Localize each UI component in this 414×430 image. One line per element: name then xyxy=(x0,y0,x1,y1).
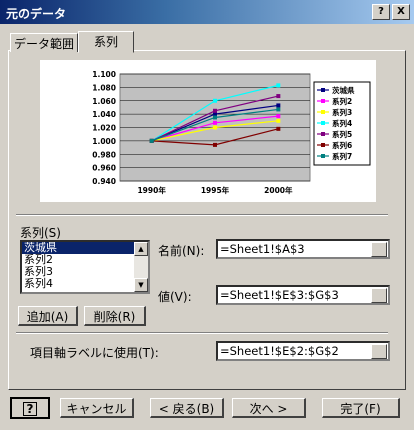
data-point xyxy=(213,120,217,125)
legend-marker xyxy=(321,143,325,147)
legend-marker xyxy=(321,110,325,114)
values-field[interactable]: =Sheet1!$E$3:$G$3 xyxy=(216,285,390,305)
series-scrollbar[interactable]: ▲ ▼ xyxy=(134,242,148,292)
legend-label: 系列2 xyxy=(332,96,352,106)
y-tick-label: 1.020 xyxy=(92,124,116,133)
legend-marker xyxy=(321,154,325,158)
delete-series-button[interactable]: 削除(R) xyxy=(84,306,146,326)
data-point xyxy=(213,108,217,113)
close-button[interactable]: X xyxy=(392,4,410,20)
data-point xyxy=(149,138,154,143)
data-point xyxy=(213,142,217,147)
category-value: =Sheet1!$E$2:$G$2 xyxy=(220,344,339,358)
chart-preview: 1.100 1.080 1.060 1.040 1.020 1.000 0.980 0.960… xyxy=(40,60,376,202)
series-listbox[interactable]: 茨城県 系列2 系列3 系列4 ▲ ▼ xyxy=(20,240,150,294)
legend-label: 茨城県 xyxy=(332,85,355,95)
data-point xyxy=(213,115,217,120)
scroll-down-icon[interactable]: ▼ xyxy=(134,278,148,292)
legend-marker xyxy=(321,88,325,92)
y-tick-label: 0.960 xyxy=(92,164,116,173)
legend-marker xyxy=(321,121,325,125)
category-label: 項目軸ラベルに使用(T): xyxy=(30,346,159,360)
legend-label: 系列7 xyxy=(332,151,352,161)
y-tick-label: 1.000 xyxy=(92,137,116,146)
window-title: 元のデータ xyxy=(6,7,67,21)
name-value: =Sheet1!$A$3 xyxy=(220,242,305,256)
data-point xyxy=(276,114,281,119)
y-tick-label: 0.940 xyxy=(92,177,116,186)
data-point xyxy=(276,103,281,108)
legend-marker xyxy=(321,132,325,136)
category-field[interactable]: =Sheet1!$E$2:$G$2 xyxy=(216,341,390,361)
data-point xyxy=(276,118,281,123)
next-button[interactable]: 次へ > xyxy=(232,398,306,418)
help-icon: ? xyxy=(22,402,38,416)
tab-data-range[interactable]: データ範囲 xyxy=(10,33,78,52)
x-tick-label: 1990年 xyxy=(137,185,166,195)
x-tick-label: 2000年 xyxy=(264,185,293,195)
y-tick-label: 1.100 xyxy=(92,70,116,79)
name-label: 名前(N): xyxy=(158,244,205,258)
cancel-button[interactable]: キャンセル xyxy=(60,398,134,418)
title-bar: 元のデータ ? X xyxy=(0,0,414,24)
data-point xyxy=(213,98,217,103)
data-point xyxy=(276,107,281,112)
series-label: 系列(S) xyxy=(20,226,61,240)
tab-series[interactable]: 系列 xyxy=(78,31,134,53)
data-point xyxy=(276,126,281,131)
scroll-up-icon[interactable]: ▲ xyxy=(134,242,148,256)
values-label: 値(V): xyxy=(158,290,192,304)
back-button[interactable]: < 戻る(B) xyxy=(150,398,224,418)
finish-button[interactable]: 完了(F) xyxy=(322,398,400,418)
values-value: =Sheet1!$E$3:$G$3 xyxy=(220,288,339,302)
chart-svg: 1.100 1.080 1.060 1.040 1.020 1.000 0.980 0.960… xyxy=(92,70,371,195)
name-field[interactable]: =Sheet1!$A$3 xyxy=(216,239,390,259)
range-picker-icon[interactable] xyxy=(371,242,387,257)
range-picker-icon[interactable] xyxy=(371,344,387,359)
help-title-button[interactable]: ? xyxy=(372,4,390,20)
y-tick-label: 1.080 xyxy=(92,83,116,92)
add-series-button[interactable]: 追加(A) xyxy=(18,306,78,326)
help-button[interactable]: ? xyxy=(10,397,50,419)
y-tick-label: 1.040 xyxy=(92,110,116,119)
y-tick-label: 1.060 xyxy=(92,97,116,106)
legend-marker xyxy=(321,99,325,103)
data-point xyxy=(276,83,281,88)
legend-label: 系列4 xyxy=(332,118,352,128)
legend-label: 系列5 xyxy=(332,129,352,139)
legend-label: 系列3 xyxy=(332,107,352,117)
separator xyxy=(16,214,388,216)
x-tick-label: 1995年 xyxy=(201,185,230,195)
y-tick-label: 0.980 xyxy=(92,150,116,159)
data-point xyxy=(276,94,281,99)
range-picker-icon[interactable] xyxy=(371,288,387,303)
separator xyxy=(16,332,388,334)
data-point xyxy=(213,125,217,130)
series-list-item[interactable]: 系列4 xyxy=(22,278,148,290)
legend-label: 系列6 xyxy=(332,140,352,150)
